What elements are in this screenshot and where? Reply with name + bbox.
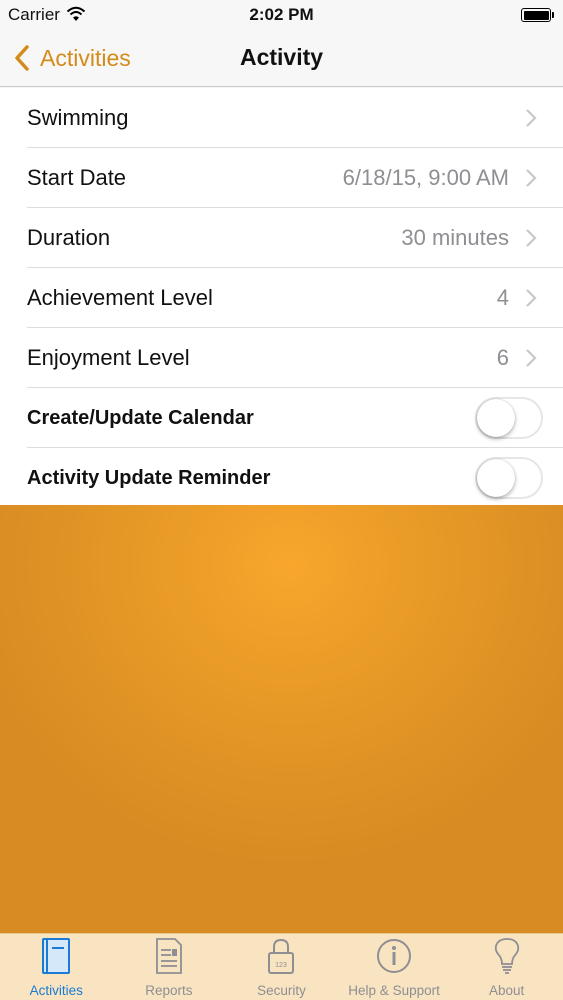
row-start-date[interactable]: Start Date 6/18/15, 9:00 AM [0, 148, 563, 208]
row-activity-name[interactable]: Swimming [0, 88, 563, 148]
chevron-right-icon [526, 289, 537, 307]
row-label: Activity Update Reminder [27, 466, 271, 489]
calendar-toggle-switch[interactable] [475, 397, 543, 439]
row-label: Start Date [27, 165, 127, 190]
row-label: Create/Update Calendar [27, 406, 254, 429]
tab-about[interactable]: About [450, 934, 563, 1000]
battery-icon [521, 8, 554, 22]
row-value: 6 [496, 345, 509, 370]
tab-help-support[interactable]: Help & Support [338, 934, 451, 1000]
row-label: Enjoyment Level [27, 345, 190, 370]
row-value: 6/18/15, 9:00 AM [342, 165, 509, 190]
row-label: Swimming [27, 105, 129, 130]
tab-bar: Activities Reports 123 Security Help & S… [0, 933, 563, 1000]
notebook-icon [42, 938, 71, 974]
row-duration[interactable]: Duration 30 minutes [0, 208, 563, 268]
report-icon [155, 938, 182, 974]
chevron-right-icon [526, 349, 537, 367]
tab-label: Activities [29, 983, 83, 998]
tab-label: Help & Support [348, 983, 440, 998]
row-label: Duration [27, 225, 111, 250]
reminder-toggle-switch[interactable] [475, 457, 543, 499]
tab-activities[interactable]: Activities [0, 934, 113, 1000]
row-reminder-toggle: Activity Update Reminder [0, 448, 563, 508]
chevron-right-icon [526, 229, 537, 247]
status-time: 2:02 PM [249, 5, 314, 24]
chevron-right-icon [526, 169, 537, 187]
row-enjoyment-level[interactable]: Enjoyment Level 6 [0, 328, 563, 388]
lightbulb-icon [494, 938, 519, 974]
info-icon [377, 939, 412, 973]
tab-label: Reports [145, 983, 193, 998]
svg-text:123: 123 [276, 962, 288, 969]
tab-security[interactable]: 123 Security [225, 934, 338, 1000]
activity-detail-table: Swimming Start Date 6/18/15, 9:00 AM Dur… [0, 88, 563, 508]
row-label: Achievement Level [27, 285, 213, 310]
row-value: 4 [496, 285, 509, 310]
page-title: Activity [239, 44, 324, 70]
tab-reports[interactable]: Reports [113, 934, 226, 1000]
tab-label: Security [257, 983, 306, 998]
chevron-right-icon [526, 109, 537, 127]
tab-label: About [489, 983, 525, 998]
row-achievement-level[interactable]: Achievement Level 4 [0, 268, 563, 328]
navigation-bar: Activities Activity [0, 30, 563, 87]
status-bar: Carrier 2:02 PM [0, 0, 563, 30]
lock-icon: 123 [268, 938, 295, 974]
row-value: 30 minutes [401, 225, 509, 250]
row-calendar-toggle: Create/Update Calendar [0, 388, 563, 448]
background-panel [0, 505, 563, 933]
